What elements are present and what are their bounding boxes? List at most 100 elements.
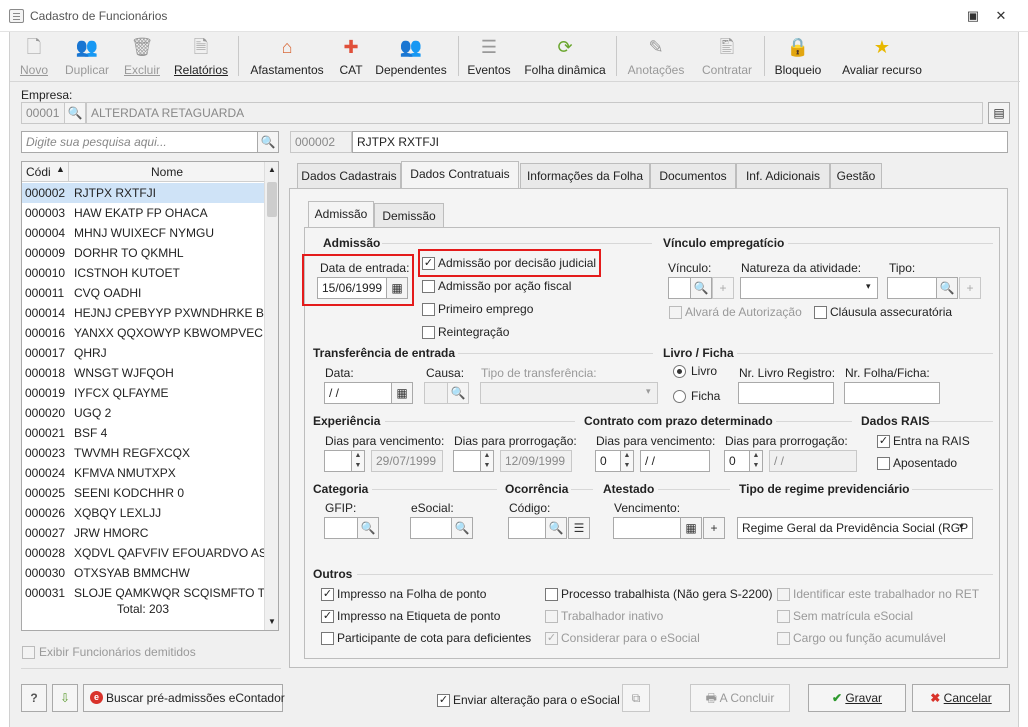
search-input[interactable]: Digite sua pesquisa aqui... xyxy=(21,131,258,153)
table-row[interactable]: 000018 WNSGT WJFQOH xyxy=(22,363,264,383)
tab-dados-cadastrais[interactable]: Dados Cadastrais xyxy=(297,163,401,189)
cancelar-button[interactable]: ✖ Cancelar xyxy=(912,684,1010,712)
gfip-field[interactable] xyxy=(324,517,358,539)
close-icon[interactable]: ✕ xyxy=(993,8,1009,24)
identificar-ret-checkbox[interactable] xyxy=(777,588,790,601)
novo-button[interactable]: 🗋 Novo xyxy=(16,32,52,77)
folha-dinamica-button[interactable]: ⟳ Folha dinâmica xyxy=(522,32,608,77)
table-row[interactable]: 000002 RJTPX RXTFJI xyxy=(22,183,264,203)
transf-calendar-button[interactable]: ▦ xyxy=(391,382,413,404)
vinculo-add-button[interactable]: + xyxy=(712,277,734,299)
processo-trabalhista-checkbox[interactable] xyxy=(545,588,558,601)
reintegracao-checkbox[interactable] xyxy=(422,326,435,339)
esocial-field[interactable] xyxy=(410,517,452,539)
col-name-header[interactable]: Nome xyxy=(151,165,183,179)
table-row[interactable]: 000025 SEENI KODCHHR 0 xyxy=(22,483,264,503)
enviar-esocial-checkbox[interactable]: ✓ xyxy=(437,694,450,707)
search-button[interactable]: 🔍 xyxy=(257,131,279,153)
scrollbar-thumb[interactable] xyxy=(267,182,277,217)
aposentado-checkbox[interactable] xyxy=(877,457,890,470)
livro-radio[interactable] xyxy=(673,365,686,378)
tipo-search-button[interactable]: 🔍 xyxy=(936,277,958,299)
table-row[interactable]: 000017 QHRJ xyxy=(22,343,264,363)
contrato-venc-days[interactable]: 0 xyxy=(595,450,621,472)
buscar-pre-admissoes-button[interactable]: e Buscar pré-admissões eContador xyxy=(83,684,285,712)
tab-dados-contratuais[interactable]: Dados Contratuais xyxy=(401,161,519,189)
afastamentos-button[interactable]: ⌂ Afastamentos xyxy=(248,32,326,77)
table-row[interactable]: 000016 YANXX QQXOWYP KBWOMPVEC A xyxy=(22,323,264,343)
natureza-select[interactable] xyxy=(740,277,878,299)
anotacoes-button[interactable]: ✎ Anotações xyxy=(624,32,688,77)
table-row[interactable]: 000026 XQBQY LEXLJJ xyxy=(22,503,264,523)
acao-fiscal-checkbox[interactable] xyxy=(422,280,435,293)
alvara-checkbox[interactable] xyxy=(669,306,682,319)
cat-button[interactable]: ✚ CAT xyxy=(336,32,366,77)
exp-dias-venc-spinner[interactable]: ▲ ▼ xyxy=(351,450,365,472)
exp-dias-venc-field[interactable] xyxy=(324,450,352,472)
exp-dias-prorr-spinner[interactable]: ▲ ▼ xyxy=(480,450,494,472)
gfip-search-button[interactable]: 🔍 xyxy=(357,517,379,539)
contratar-button[interactable]: 🖺 Contratar xyxy=(698,32,756,77)
vinculo-field[interactable] xyxy=(668,277,692,299)
table-row[interactable]: 000019 IYFCX QLFAYME xyxy=(22,383,264,403)
considerar-esocial-checkbox[interactable]: ✓ xyxy=(545,632,558,645)
ocorrencia-codigo-field[interactable] xyxy=(508,517,546,539)
atestado-calendar-button[interactable]: ▦ xyxy=(680,517,702,539)
subtab-admissao[interactable]: Admissão xyxy=(308,201,374,229)
empresa-code-field[interactable]: 00001 xyxy=(21,102,65,124)
contrato-prorr-spinner[interactable]: ▲ ▼ xyxy=(749,450,763,472)
bloqueio-button[interactable]: 🔒 Bloqueio xyxy=(772,32,824,77)
atestado-add-button[interactable]: + xyxy=(703,517,725,539)
concluir-button[interactable]: 🖶 A Concluir xyxy=(690,684,790,712)
exibir-demitidos-checkbox[interactable] xyxy=(22,646,35,659)
folha-ponto-checkbox[interactable]: ✓ xyxy=(321,588,334,601)
table-row[interactable]: 000024 KFMVA NMUTXPX xyxy=(22,463,264,483)
cota-deficientes-checkbox[interactable] xyxy=(321,632,334,645)
table-row[interactable]: 000009 DORHR TO QKMHL xyxy=(22,243,264,263)
table-row[interactable]: 000003 HAW EKATP FP OHACA xyxy=(22,203,264,223)
gravar-button[interactable]: ✔ Gravar xyxy=(808,684,906,712)
table-row[interactable]: 000021 BSF 4 xyxy=(22,423,264,443)
empresa-search-button[interactable]: 🔍 xyxy=(64,102,86,124)
entra-rais-checkbox[interactable]: ✓ xyxy=(877,435,890,448)
clausula-checkbox[interactable] xyxy=(814,306,827,319)
col-code-header[interactable]: Códi xyxy=(26,165,51,179)
table-row[interactable]: 000011 CVQ OADHI xyxy=(22,283,264,303)
table-row[interactable]: 000031 SLOJE QAMKWQR SCQISMFTO TDP xyxy=(22,583,264,603)
etiqueta-ponto-checkbox[interactable]: ✓ xyxy=(321,610,334,623)
dependentes-button[interactable]: 👥 Dependentes xyxy=(374,32,448,77)
tab-inf-adicionais[interactable]: Inf. Adicionais xyxy=(736,163,830,189)
import-button[interactable]: ⇩ xyxy=(52,684,78,712)
eventos-button[interactable]: ☰ Eventos xyxy=(466,32,512,77)
esocial-search-button[interactable]: 🔍 xyxy=(451,517,473,539)
scroll-down-icon[interactable]: ▼ xyxy=(268,617,276,626)
table-row[interactable]: 000014 HEJNJ CPEBYYP PXWNDHRKE BTB J xyxy=(22,303,264,323)
table-row[interactable]: 000028 XQDVL QAFVFIV EFOUARDVO AST L xyxy=(22,543,264,563)
transf-data-field[interactable]: / / xyxy=(324,382,392,404)
exp-dias-prorr-field[interactable] xyxy=(453,450,481,472)
regime-select[interactable]: Regime Geral da Previdência Social (RGP xyxy=(737,517,973,539)
atestado-vencimento-field[interactable] xyxy=(613,517,681,539)
tab-gestao[interactable]: Gestão xyxy=(830,163,882,189)
ocorrencia-search-button[interactable]: 🔍 xyxy=(545,517,567,539)
help-button[interactable]: ? xyxy=(21,684,47,712)
decisao-judicial-checkbox[interactable]: ✓ xyxy=(422,257,435,270)
table-row[interactable]: 000030 OTXSYAB BMMCHW xyxy=(22,563,264,583)
empresa-window-button[interactable]: ▤ xyxy=(988,102,1010,124)
table-row[interactable]: 000004 MHNJ WUIXECF NYMGU xyxy=(22,223,264,243)
esocial-send-button[interactable]: ⧉ xyxy=(622,684,650,712)
trabalhador-inativo-checkbox[interactable] xyxy=(545,610,558,623)
tipo-add-button[interactable]: + xyxy=(959,277,981,299)
sem-matricula-checkbox[interactable] xyxy=(777,610,790,623)
causa-search-button[interactable]: 🔍 xyxy=(447,382,469,404)
contrato-prorr-days[interactable]: 0 xyxy=(724,450,750,472)
relatorios-button[interactable]: 🗎 Relatórios xyxy=(172,32,230,77)
nr-livro-field[interactable] xyxy=(738,382,834,404)
tab-documentos[interactable]: Documentos xyxy=(650,163,736,189)
table-row[interactable]: 000020 UGQ 2 xyxy=(22,403,264,423)
table-row[interactable]: 000027 JRW HMORC xyxy=(22,523,264,543)
contrato-venc-spinner[interactable]: ▲ ▼ xyxy=(620,450,634,472)
primeiro-emprego-checkbox[interactable] xyxy=(422,303,435,316)
excluir-button[interactable]: 🗑 Excluir xyxy=(122,32,162,77)
tab-informacoes-folha[interactable]: Informações da Folha xyxy=(520,163,650,189)
